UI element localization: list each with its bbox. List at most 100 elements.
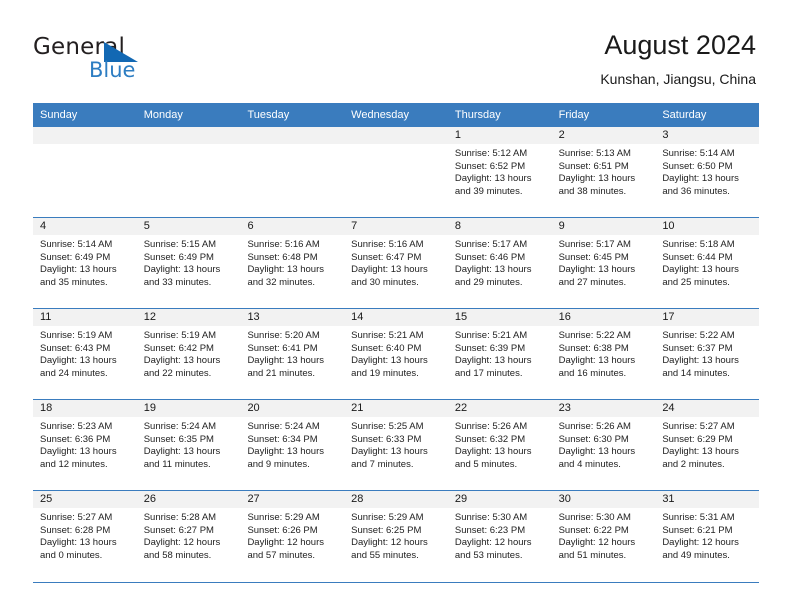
daylight-text-line2: and 27 minutes.: [558, 276, 627, 288]
daylight-text-line1: Daylight: 13 hours: [351, 446, 428, 458]
day-cell[interactable]: 14 Sunrise: 5:21 AM Sunset: 6:40 PM Dayl…: [344, 309, 448, 399]
daylight-text-line2: and 21 minutes.: [247, 367, 316, 379]
day-number: 26: [136, 491, 241, 508]
sunset-text: Sunset: 6:27 PM: [143, 524, 214, 536]
day-cell[interactable]: 28 Sunrise: 5:29 AM Sunset: 6:25 PM Dayl…: [344, 491, 448, 582]
daylight-text-line1: Daylight: 13 hours: [247, 446, 325, 458]
day-number: 12: [136, 309, 241, 326]
daylight-text-line1: Daylight: 13 hours: [247, 355, 325, 367]
weekday-header-tuesday: Tuesday: [247, 109, 290, 121]
day-cell[interactable]: 24 Sunrise: 5:27 AM Sunset: 6:29 PM Dayl…: [655, 400, 760, 490]
day-cell[interactable]: 26 Sunrise: 5:28 AM Sunset: 6:27 PM Dayl…: [136, 491, 241, 582]
weekday-header-monday: Monday: [143, 109, 183, 121]
day-cell[interactable]: [136, 127, 241, 217]
day-cell[interactable]: 29 Sunrise: 5:30 AM Sunset: 6:23 PM Dayl…: [447, 491, 552, 582]
daylight-text-line2: and 11 minutes.: [143, 458, 211, 470]
day-number: [344, 127, 448, 144]
page-header: General Blue August 2024 Kunshan, Jiangs…: [0, 0, 792, 100]
sunrise-text: Sunrise: 5:29 AM: [351, 512, 424, 523]
sunset-text: Sunset: 6:44 PM: [662, 251, 733, 263]
sunrise-text: Sunrise: 5:30 AM: [454, 512, 528, 523]
daylight-text-line1: Daylight: 13 hours: [247, 264, 325, 276]
sunrise-text: Sunrise: 5:28 AM: [143, 512, 217, 523]
day-cell[interactable]: 30 Sunrise: 5:30 AM Sunset: 6:22 PM Dayl…: [551, 491, 656, 582]
day-cell[interactable]: 4 Sunrise: 5:14 AM Sunset: 6:49 PM Dayli…: [33, 218, 137, 308]
day-cell[interactable]: [33, 127, 137, 217]
sunset-text: Sunset: 6:41 PM: [247, 342, 318, 354]
day-number: 22: [447, 400, 552, 417]
day-cell[interactable]: 15 Sunrise: 5:21 AM Sunset: 6:39 PM Dayl…: [447, 309, 552, 399]
sunset-text: Sunset: 6:45 PM: [558, 251, 629, 263]
daylight-text-line2: and 33 minutes.: [143, 276, 212, 288]
daylight-text-line1: Daylight: 13 hours: [454, 264, 532, 276]
week-row: 18 Sunrise: 5:23 AM Sunset: 6:36 PM Dayl…: [33, 399, 760, 490]
sunrise-text: Sunrise: 5:24 AM: [247, 421, 320, 432]
sunrise-text: Sunrise: 5:22 AM: [558, 330, 631, 341]
day-cell[interactable]: 18 Sunrise: 5:23 AM Sunset: 6:36 PM Dayl…: [33, 400, 137, 490]
day-details: Sunrise: 5:17 AM Sunset: 6:45 PM Dayligh…: [552, 235, 656, 289]
sunset-text: Sunset: 6:49 PM: [40, 251, 111, 263]
sunrise-text: Sunrise: 5:19 AM: [40, 330, 113, 341]
day-cell[interactable]: 5 Sunrise: 5:15 AM Sunset: 6:49 PM Dayli…: [136, 218, 241, 308]
day-cell[interactable]: 9 Sunrise: 5:17 AM Sunset: 6:45 PM Dayli…: [551, 218, 656, 308]
sunset-text: Sunset: 6:33 PM: [351, 433, 422, 445]
day-cell[interactable]: 11 Sunrise: 5:19 AM Sunset: 6:43 PM Dayl…: [33, 309, 137, 399]
daylight-text-line2: and 24 minutes.: [40, 367, 108, 379]
day-details: Sunrise: 5:20 AM Sunset: 6:41 PM Dayligh…: [240, 326, 344, 380]
day-number: 17: [655, 309, 760, 326]
day-details: Sunrise: 5:30 AM Sunset: 6:23 PM Dayligh…: [448, 508, 552, 562]
day-cell[interactable]: 1 Sunrise: 5:12 AM Sunset: 6:52 PM Dayli…: [447, 127, 552, 217]
weekday-header-row: Sunday Monday Tuesday Wednesday Thursday…: [33, 103, 759, 127]
day-cell[interactable]: 23 Sunrise: 5:26 AM Sunset: 6:30 PM Dayl…: [551, 400, 656, 490]
sunset-text: Sunset: 6:42 PM: [143, 342, 214, 354]
day-cell[interactable]: 22 Sunrise: 5:26 AM Sunset: 6:32 PM Dayl…: [447, 400, 552, 490]
day-cell[interactable]: 20 Sunrise: 5:24 AM Sunset: 6:34 PM Dayl…: [240, 400, 345, 490]
sunset-text: Sunset: 6:43 PM: [40, 342, 111, 354]
day-number: 25: [33, 491, 137, 508]
day-number: 18: [33, 400, 137, 417]
week-row: 1 Sunrise: 5:12 AM Sunset: 6:52 PM Dayli…: [33, 127, 760, 217]
day-cell[interactable]: 27 Sunrise: 5:29 AM Sunset: 6:26 PM Dayl…: [240, 491, 345, 582]
general-blue-logo[interactable]: General Blue: [33, 34, 213, 86]
sunset-text: Sunset: 6:29 PM: [662, 433, 733, 445]
daylight-text-line1: Daylight: 12 hours: [558, 537, 636, 549]
day-cell[interactable]: 6 Sunrise: 5:16 AM Sunset: 6:48 PM Dayli…: [240, 218, 345, 308]
day-number: 21: [344, 400, 448, 417]
day-cell[interactable]: 13 Sunrise: 5:20 AM Sunset: 6:41 PM Dayl…: [240, 309, 345, 399]
daylight-text-line1: Daylight: 13 hours: [40, 264, 117, 276]
daylight-text-line2: and 16 minutes.: [558, 367, 627, 379]
day-details: Sunrise: 5:28 AM Sunset: 6:27 PM Dayligh…: [137, 508, 241, 562]
day-cell[interactable]: 31 Sunrise: 5:31 AM Sunset: 6:21 PM Dayl…: [655, 491, 760, 582]
day-cell[interactable]: 12 Sunrise: 5:19 AM Sunset: 6:42 PM Dayl…: [136, 309, 241, 399]
day-cell[interactable]: [240, 127, 345, 217]
day-details: Sunrise: 5:24 AM Sunset: 6:35 PM Dayligh…: [137, 417, 241, 471]
day-cell[interactable]: 10 Sunrise: 5:18 AM Sunset: 6:44 PM Dayl…: [655, 218, 760, 308]
calendar-page: General Blue August 2024 Kunshan, Jiangs…: [0, 0, 792, 612]
day-number: 30: [551, 491, 656, 508]
day-number: 14: [344, 309, 448, 326]
day-cell[interactable]: 8 Sunrise: 5:17 AM Sunset: 6:46 PM Dayli…: [447, 218, 552, 308]
daylight-text-line2: and 0 minutes.: [40, 549, 103, 561]
day-cell[interactable]: 21 Sunrise: 5:25 AM Sunset: 6:33 PM Dayl…: [344, 400, 448, 490]
day-cell[interactable]: 2 Sunrise: 5:13 AM Sunset: 6:51 PM Dayli…: [551, 127, 656, 217]
sunset-text: Sunset: 6:23 PM: [454, 524, 526, 536]
day-number: 13: [240, 309, 345, 326]
sunrise-text: Sunrise: 5:27 AM: [40, 512, 113, 523]
daylight-text-line2: and 32 minutes.: [247, 276, 316, 288]
day-cell[interactable]: 3 Sunrise: 5:14 AM Sunset: 6:50 PM Dayli…: [655, 127, 760, 217]
page-subtitle-location: Kunshan, Jiangsu, China: [600, 71, 756, 87]
daylight-text-line2: and 57 minutes.: [247, 549, 316, 561]
day-details: Sunrise: 5:27 AM Sunset: 6:29 PM Dayligh…: [655, 417, 759, 471]
daylight-text-line1: Daylight: 12 hours: [143, 537, 221, 549]
daylight-text-line2: and 36 minutes.: [662, 185, 730, 197]
day-cell[interactable]: 17 Sunrise: 5:22 AM Sunset: 6:37 PM Dayl…: [655, 309, 760, 399]
day-cell[interactable]: 25 Sunrise: 5:27 AM Sunset: 6:28 PM Dayl…: [33, 491, 137, 582]
sunrise-text: Sunrise: 5:26 AM: [558, 421, 631, 432]
day-cell[interactable]: 7 Sunrise: 5:16 AM Sunset: 6:47 PM Dayli…: [344, 218, 448, 308]
day-number: 7: [344, 218, 448, 235]
day-cell[interactable]: 19 Sunrise: 5:24 AM Sunset: 6:35 PM Dayl…: [136, 400, 241, 490]
day-details: Sunrise: 5:30 AM Sunset: 6:22 PM Dayligh…: [552, 508, 656, 562]
day-cell[interactable]: 16 Sunrise: 5:22 AM Sunset: 6:38 PM Dayl…: [551, 309, 656, 399]
sunset-text: Sunset: 6:52 PM: [454, 160, 526, 172]
day-cell[interactable]: [344, 127, 448, 217]
